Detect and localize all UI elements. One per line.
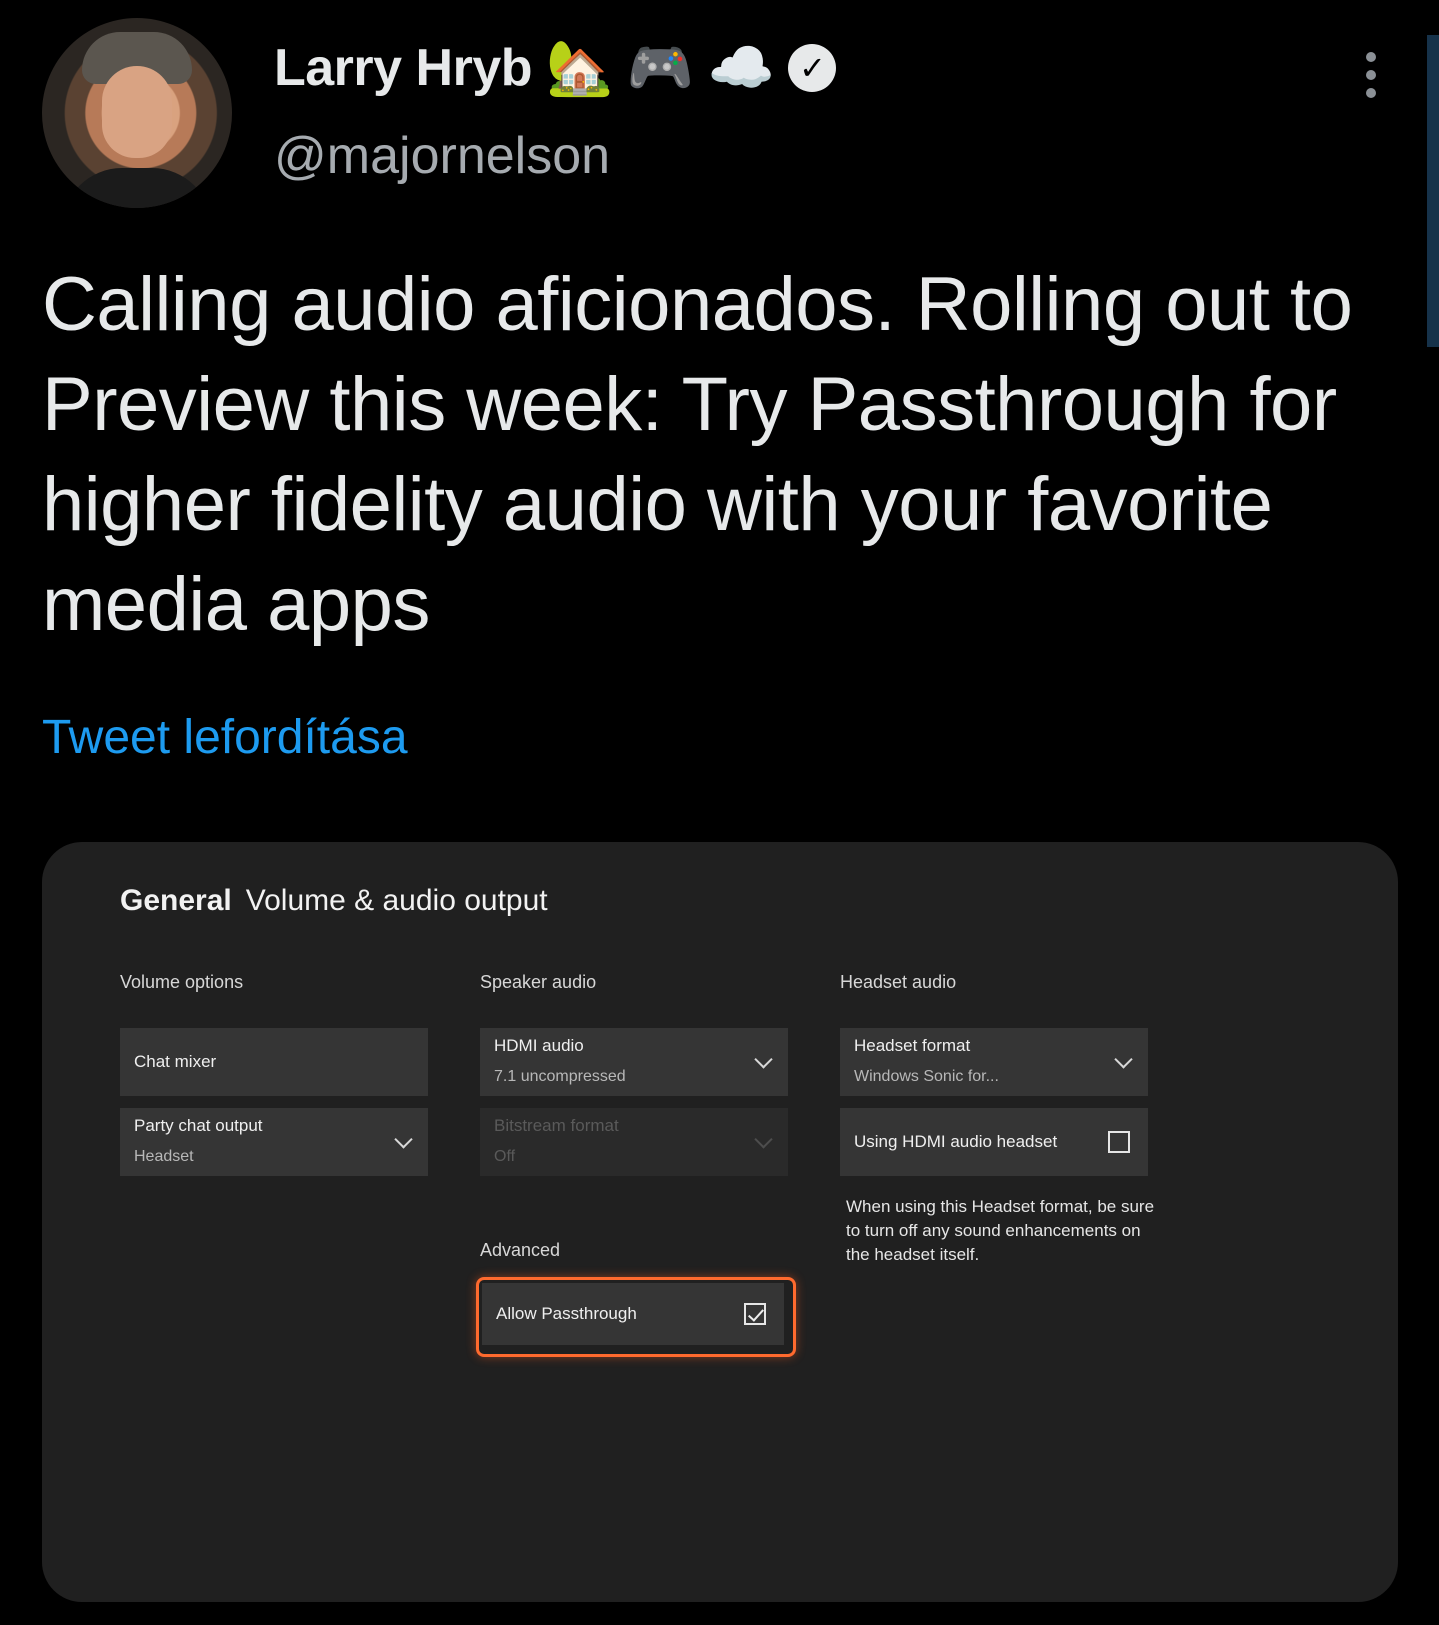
checkbox-checked-icon[interactable]	[744, 1303, 766, 1325]
bitstream-format-value: Off	[494, 1148, 516, 1165]
headset-format-note: When using this Headset format, be sure …	[846, 1197, 1155, 1264]
author-avatar[interactable]	[42, 18, 232, 208]
author-name-row[interactable]: Larry Hryb 🏡 🎮 ☁️ ✓	[274, 36, 837, 99]
headset-format-dropdown[interactable]: Headset format Windows Sonic for...	[840, 1028, 1148, 1096]
avatar-shirt	[62, 168, 212, 208]
scroll-indicator	[1427, 35, 1439, 347]
chevron-down-icon	[394, 1130, 413, 1149]
party-chat-output-dropdown[interactable]: Party chat output Headset	[120, 1108, 428, 1176]
page-title: Volume & audio output	[245, 884, 548, 917]
hdmi-audio-headset-checkbox[interactable]: Using HDMI audio headset	[840, 1108, 1148, 1176]
party-chat-output-value: Headset	[134, 1148, 194, 1165]
allow-passthrough-checkbox[interactable]: Allow Passthrough	[482, 1283, 784, 1345]
tweet-text: Calling audio aficionados. Rolling out t…	[42, 262, 1353, 647]
chevron-down-icon	[754, 1050, 773, 1069]
author-display-name[interactable]: Larry Hryb	[274, 38, 533, 98]
bitstream-format-dropdown: Bitstream format Off	[480, 1108, 788, 1176]
more-options-icon[interactable]	[1362, 52, 1380, 98]
hdmi-audio-dropdown[interactable]: HDMI audio 7.1 uncompressed	[480, 1028, 788, 1096]
speaker-audio-label: Speaker audio	[480, 972, 597, 992]
cloud-emoji-icon: ☁️	[707, 36, 775, 99]
author-handle[interactable]: @majornelson	[274, 126, 610, 186]
chevron-down-icon	[754, 1130, 773, 1149]
gamepad-emoji-icon: 🎮	[626, 36, 694, 99]
more-dot	[1366, 70, 1376, 80]
hdmi-audio-label: HDMI audio	[494, 1036, 584, 1055]
checkbox-unchecked-icon[interactable]	[1108, 1131, 1130, 1153]
chat-mixer-label: Chat mixer	[134, 1052, 217, 1071]
party-chat-output-label: Party chat output	[134, 1116, 263, 1135]
bitstream-format-label: Bitstream format	[494, 1116, 619, 1135]
tweet-media-image[interactable]: General Volume & audio output Volume opti…	[42, 842, 1398, 1602]
volume-options-label: Volume options	[120, 972, 244, 992]
translate-tweet-link[interactable]: Tweet lefordítása	[42, 710, 408, 765]
hdmi-audio-headset-label: Using HDMI audio headset	[854, 1132, 1058, 1151]
hdmi-audio-value: 7.1 uncompressed	[494, 1068, 626, 1085]
headset-format-label: Headset format	[854, 1036, 971, 1055]
headset-audio-label: Headset audio	[840, 972, 957, 992]
more-dot	[1366, 52, 1376, 62]
house-emoji-icon: 🏡	[546, 36, 613, 99]
avatar-face	[102, 66, 172, 158]
settings-page-title: General Volume & audio output	[120, 884, 548, 918]
chevron-down-icon	[1114, 1050, 1133, 1069]
verified-badge-icon: ✓	[788, 44, 837, 92]
breadcrumb-section: General	[120, 884, 232, 917]
chat-mixer-button[interactable]: Chat mixer	[120, 1028, 428, 1096]
advanced-label: Advanced	[480, 1240, 561, 1260]
more-dot	[1366, 88, 1376, 98]
headset-format-value: Windows Sonic for...	[854, 1068, 999, 1085]
allow-passthrough-label: Allow Passthrough	[496, 1304, 637, 1323]
